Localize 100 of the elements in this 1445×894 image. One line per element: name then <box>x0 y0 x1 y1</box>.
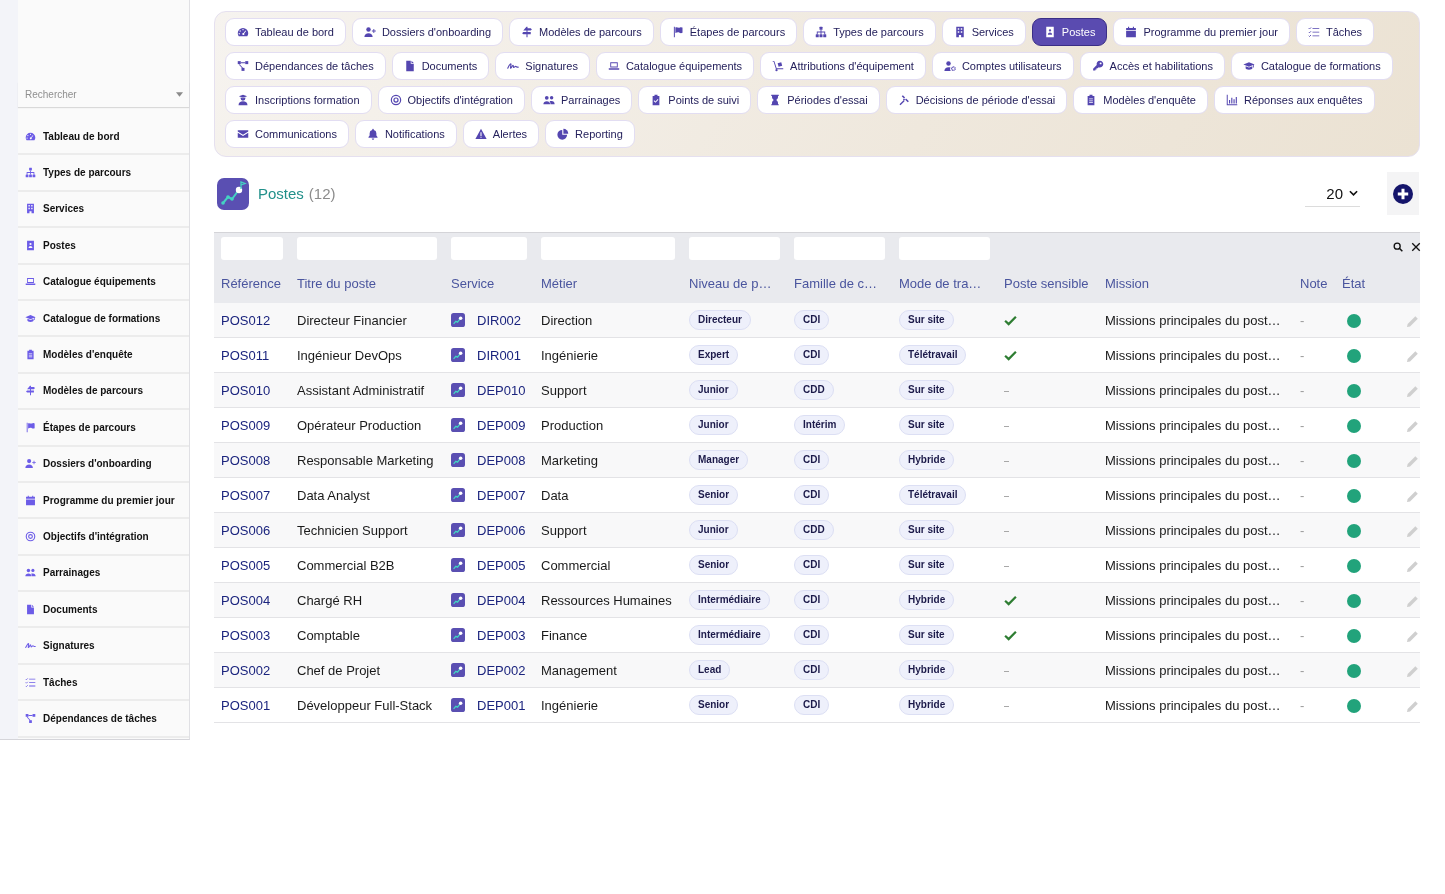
service-link[interactable]: DIR001 <box>477 347 522 363</box>
column-header[interactable]: État <box>1342 275 1366 291</box>
nav-tab[interactable]: Reporting <box>545 120 635 148</box>
nav-tab[interactable]: Postes <box>1031 18 1108 46</box>
sidebar-item[interactable]: Parrainages <box>18 555 189 593</box>
nav-tab[interactable]: Catalogue de formations <box>1230 52 1393 80</box>
nav-tab[interactable]: Programme du premier jour <box>1113 18 1290 46</box>
search-icon[interactable] <box>1393 242 1403 252</box>
search-field[interactable]: Rechercher <box>18 82 189 107</box>
sidebar-item[interactable]: Étapes de parcours <box>18 410 189 447</box>
reference-link[interactable]: POS005 <box>221 557 271 573</box>
pencil-icon[interactable] <box>1406 419 1419 433</box>
nav-tab[interactable]: Documents <box>391 52 490 80</box>
caret-down-icon[interactable] <box>176 92 183 97</box>
seniority-badge: Manager <box>689 450 749 470</box>
service-link[interactable]: DEP003 <box>477 627 526 643</box>
close-icon[interactable] <box>1411 242 1421 252</box>
nav-tab[interactable]: Alertes <box>462 120 540 148</box>
column-header[interactable]: Note <box>1300 275 1328 291</box>
nav-tab[interactable]: Accès et habilitations <box>1079 52 1225 80</box>
page-size-select[interactable]: 20 <box>1305 180 1360 207</box>
reference-link[interactable]: POS007 <box>221 487 271 503</box>
reference-link[interactable]: POS001 <box>221 697 271 713</box>
sidebar-item[interactable]: Catalogue de formations <box>18 300 189 338</box>
pencil-icon[interactable] <box>1406 699 1419 713</box>
sidebar-item[interactable]: Dossiers d'onboarding <box>18 446 189 483</box>
mission-text: Missions principales du post… <box>1105 347 1281 363</box>
nav-tab[interactable]: Modèles d'enquête <box>1073 86 1208 114</box>
sidebar-item[interactable]: Objectifs d'intégration <box>18 519 189 556</box>
pencil-icon[interactable] <box>1406 559 1419 573</box>
pencil-icon[interactable] <box>1406 314 1419 328</box>
sidebar-item[interactable]: Tableau de bord <box>18 119 189 156</box>
nav-tab[interactable]: Notifications <box>354 120 457 148</box>
reference-link[interactable]: POS003 <box>221 627 271 643</box>
column-header[interactable]: Famille de c… <box>794 275 878 291</box>
nav-tab[interactable]: Parrainages <box>531 86 633 114</box>
column-header[interactable]: Service <box>451 275 495 291</box>
nav-tab[interactable]: Modèles de parcours <box>509 18 654 46</box>
pencil-icon[interactable] <box>1406 594 1419 608</box>
graduation-cap-icon <box>25 312 36 324</box>
nav-tab[interactable]: Services <box>941 18 1026 46</box>
pencil-icon[interactable] <box>1406 454 1419 468</box>
nav-tab[interactable]: Objectifs d'intégration <box>377 86 525 114</box>
gauge-icon <box>237 26 249 38</box>
column-header[interactable]: Métier <box>541 275 578 291</box>
sidebar-item[interactable]: Tâches <box>18 664 189 702</box>
pencil-icon[interactable] <box>1406 384 1419 398</box>
service-link[interactable]: DEP007 <box>477 487 526 503</box>
nav-tab[interactable]: Tâches <box>1295 18 1375 46</box>
trade-text: Data <box>541 487 569 503</box>
column-header[interactable]: Niveau de p… <box>689 275 772 291</box>
mission-text: Missions principales du post… <box>1105 417 1281 433</box>
service-link[interactable]: DEP001 <box>477 697 526 713</box>
service-link[interactable]: DEP005 <box>477 557 526 573</box>
column-header[interactable]: Mode de tra… <box>899 275 982 291</box>
column-header[interactable]: Poste sensible <box>1004 275 1089 291</box>
nav-tab[interactable]: Attributions d'équipement <box>760 52 926 80</box>
nav-tab[interactable]: Communications <box>225 120 349 148</box>
column-header[interactable]: Titre du poste <box>297 275 376 291</box>
reference-link[interactable]: POS011 <box>221 347 270 363</box>
service-link[interactable]: DEP009 <box>477 417 526 433</box>
pencil-icon[interactable] <box>1406 664 1419 678</box>
nav-tab[interactable]: Dépendances de tâches <box>225 52 386 80</box>
sidebar-item[interactable]: Postes <box>18 228 189 265</box>
sidebar-item[interactable]: Modèles d'enquête <box>18 337 189 374</box>
nav-tab[interactable]: Réponses aux enquêtes <box>1213 86 1375 114</box>
add-button[interactable] <box>1387 172 1419 215</box>
sidebar-item[interactable]: Catalogue équipements <box>18 264 189 301</box>
job-title-text: Responsable Marketing <box>297 452 434 468</box>
nav-tab[interactable]: Périodes d'essai <box>757 86 880 114</box>
calendar-icon <box>1125 26 1138 38</box>
sidebar-item[interactable]: Types de parcours <box>18 155 189 192</box>
nav-tab[interactable]: Catalogue équipements <box>595 52 755 80</box>
column-header[interactable]: Référence <box>221 275 281 291</box>
nav-tab[interactable]: Tableau de bord <box>225 18 346 46</box>
sidebar-item[interactable]: Documents <box>18 592 189 629</box>
nav-tab[interactable]: Signatures <box>495 52 590 80</box>
job-title-text: Développeur Full-Stack <box>297 697 433 713</box>
pencil-icon[interactable] <box>1406 349 1419 363</box>
sidebar-item[interactable]: Services <box>18 191 189 229</box>
nav-tab[interactable]: Étapes de parcours <box>659 18 798 46</box>
nav-tab[interactable]: Types de parcours <box>803 18 936 46</box>
pencil-icon[interactable] <box>1406 629 1419 643</box>
reference-link[interactable]: POS009 <box>221 417 271 433</box>
nav-tab[interactable]: Comptes utilisateurs <box>931 52 1074 80</box>
sidebar-item[interactable]: Modèles de parcours <box>18 373 189 411</box>
column-header[interactable]: Mission <box>1105 275 1150 291</box>
sidebar-item[interactable]: Signatures <box>18 628 189 665</box>
nav-tab[interactable]: Dossiers d'onboarding <box>351 18 503 46</box>
pencil-icon[interactable] <box>1406 524 1419 538</box>
nav-tab[interactable]: Inscriptions formation <box>225 86 372 114</box>
mission-text: Missions principales du post… <box>1105 627 1281 643</box>
nav-tab[interactable]: Décisions de période d'essai <box>885 86 1068 114</box>
trade-text: Commercial <box>541 557 611 573</box>
chart-tile-icon <box>451 488 465 502</box>
sidebar-item[interactable]: Programme du premier jour <box>18 482 189 520</box>
nav-tab[interactable]: Points de suivi <box>638 86 752 114</box>
pencil-icon[interactable] <box>1406 489 1419 503</box>
pie-chart-icon <box>557 128 570 140</box>
sidebar-item[interactable]: Dépendances de tâches <box>18 701 189 738</box>
